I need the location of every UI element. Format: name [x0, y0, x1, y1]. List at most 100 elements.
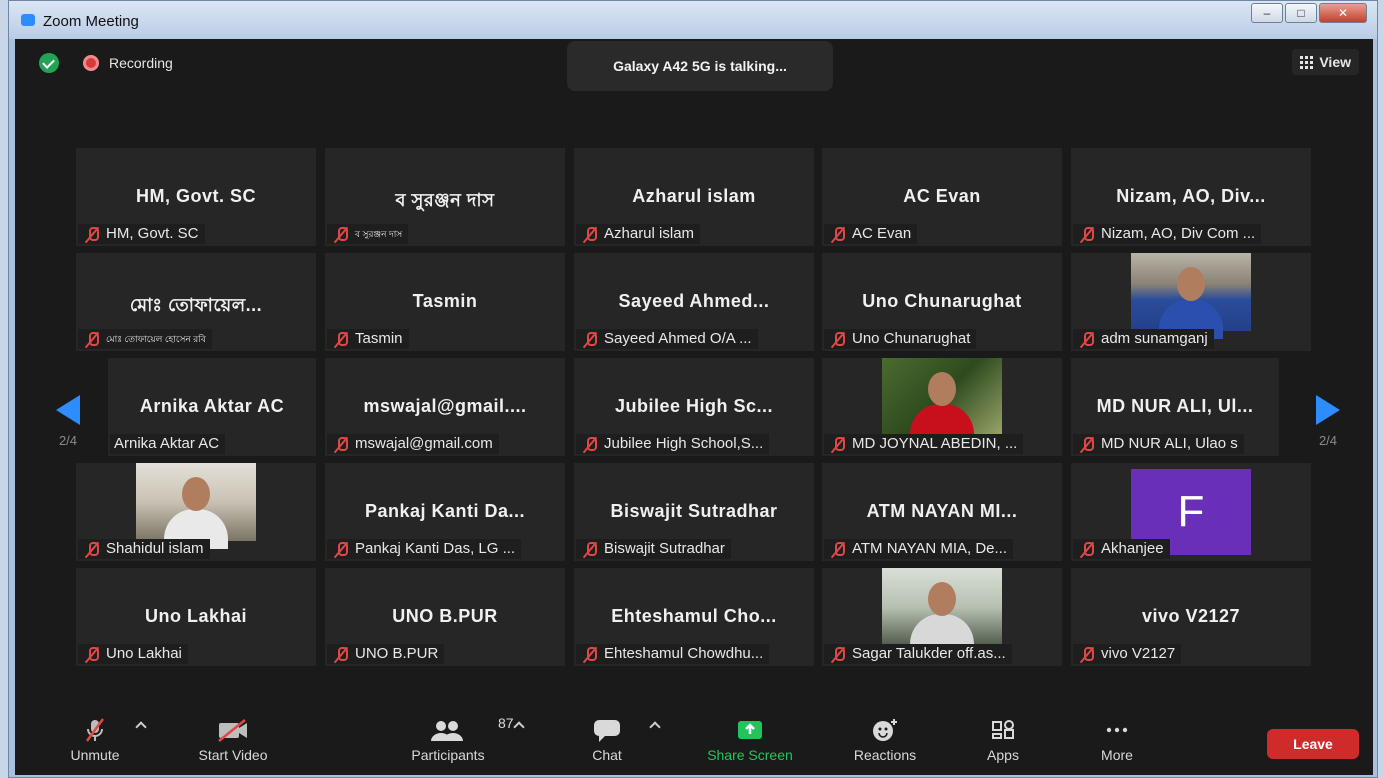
reactions-button[interactable]: Reactions	[837, 717, 933, 763]
participant-name-label: Sayeed Ahmed O/A ...	[576, 329, 758, 349]
participant-display-name: Pankaj Kanti Da...	[364, 501, 526, 521]
participant-tile[interactable]: Uno Chunarughat Uno Chunarughat	[822, 253, 1062, 351]
participant-tile[interactable]: Uno Lakhai Uno Lakhai	[76, 568, 316, 666]
mic-muted-icon	[82, 331, 102, 347]
participants-options-chevron-icon[interactable]	[513, 721, 525, 733]
security-shield-icon[interactable]	[39, 53, 59, 73]
participant-name-label: HM, Govt. SC	[78, 224, 205, 244]
view-label: View	[1319, 54, 1351, 70]
next-page-button[interactable]: 2/4	[1313, 395, 1343, 448]
participant-tile[interactable]: Pankaj Kanti Da... Pankaj Kanti Das, LG .…	[325, 463, 565, 561]
mic-muted-icon	[828, 331, 848, 347]
mic-muted-icon	[82, 646, 102, 662]
participant-display-name: HM, Govt. SC	[135, 186, 256, 206]
participant-display-name: Uno Chunarughat	[862, 291, 1022, 311]
participant-tile[interactable]: MD JOYNAL ABEDIN, ...	[822, 358, 1062, 456]
participant-name-label: ATM NAYAN MIA, De...	[824, 539, 1014, 559]
participant-name-text: ATM NAYAN MIA, De...	[852, 540, 1008, 557]
mic-muted-icon	[331, 436, 351, 452]
minimize-button[interactable]: –	[1251, 3, 1283, 23]
participant-display-name: Jubilee High Sc...	[614, 396, 774, 416]
participant-tile[interactable]: Jubilee High Sc... Jubilee High School,S.…	[574, 358, 814, 456]
recording-indicator[interactable]: Recording	[83, 55, 173, 71]
video-off-icon	[215, 717, 251, 743]
participant-name-label: MD NUR ALI, Ulao s	[1073, 434, 1244, 454]
more-label: More	[1101, 747, 1133, 763]
participant-tile[interactable]: AC Evan AC Evan	[822, 148, 1062, 246]
chat-options-chevron-icon[interactable]	[649, 721, 661, 733]
mic-muted-icon	[331, 226, 351, 242]
window-controls: – □ ✕	[1251, 3, 1367, 23]
participant-tile[interactable]: ব সুরঞ্জন দাস ব সুরঞ্জন দাস	[325, 148, 565, 246]
maximize-button[interactable]: □	[1285, 3, 1317, 23]
participant-tile[interactable]: ATM NAYAN MI... ATM NAYAN MIA, De...	[822, 463, 1062, 561]
participant-tile[interactable]: Sagar Talukder off.as...	[822, 568, 1062, 666]
mic-muted-icon	[1077, 331, 1097, 347]
participant-name-label: Uno Chunarughat	[824, 329, 977, 349]
participant-name-label: UNO B.PUR	[327, 644, 445, 664]
participant-tile[interactable]: মোঃ তোফায়েল... মোঃ তোফায়েল হোসেন রবি	[76, 253, 316, 351]
participant-display-name: ব সুরঞ্জন দাস	[395, 190, 495, 210]
previous-page-button[interactable]: 2/4	[53, 395, 83, 448]
apps-icon	[988, 717, 1018, 743]
mic-muted-icon	[580, 331, 600, 347]
participant-tile[interactable]: Azharul islam Azharul islam	[574, 148, 814, 246]
close-button[interactable]: ✕	[1319, 3, 1367, 23]
recording-dot-icon	[83, 55, 99, 71]
participant-name-text: MD JOYNAL ABEDIN, ...	[852, 435, 1018, 452]
apps-button[interactable]: Apps	[973, 717, 1033, 763]
participant-name-text: Uno Lakhai	[106, 645, 182, 662]
zoom-app-icon	[21, 14, 35, 26]
chat-button[interactable]: Chat	[577, 717, 637, 763]
participant-name-label: mswajal@gmail.com	[327, 434, 499, 454]
meeting-status: Recording	[39, 53, 173, 73]
start-video-button[interactable]: Start Video	[183, 717, 283, 763]
mic-muted-icon	[331, 331, 351, 347]
participant-name-label: Pankaj Kanti Das, LG ...	[327, 539, 522, 559]
mic-muted-icon	[580, 436, 600, 452]
participant-tile[interactable]: MD NUR ALI, Ul... MD NUR ALI, Ulao s	[1071, 358, 1279, 456]
participants-button[interactable]: 87 Participants	[393, 715, 513, 763]
reactions-label: Reactions	[853, 747, 917, 763]
participant-display-name: Arnika Aktar AC	[139, 396, 285, 416]
mic-muted-icon	[82, 226, 102, 242]
share-screen-button[interactable]: Share Screen	[695, 717, 805, 763]
recording-label: Recording	[109, 55, 173, 71]
participant-name-text: ব সুরঞ্জন দাস	[355, 229, 403, 239]
participant-tile[interactable]: Sayeed Ahmed... Sayeed Ahmed O/A ...	[574, 253, 814, 351]
participant-tile[interactable]: Biswajit Sutradhar Biswajit Sutradhar	[574, 463, 814, 561]
leave-button[interactable]: Leave	[1267, 729, 1359, 759]
participant-name-text: Azharul islam	[604, 225, 695, 242]
participants-count: 87	[498, 715, 514, 731]
grid-view-icon	[1300, 56, 1314, 69]
participant-tile[interactable]: Shahidul islam	[76, 463, 316, 561]
participant-tile[interactable]: Tasmin Tasmin	[325, 253, 565, 351]
participant-tile[interactable]: adm sunamganj	[1071, 253, 1311, 351]
participant-tile[interactable]: Arnika Aktar AC Arnika Aktar AC	[108, 358, 316, 456]
participant-tile[interactable]: UNO B.PUR UNO B.PUR	[325, 568, 565, 666]
participant-tile[interactable]: Ehteshamul Cho... Ehteshamul Chowdhu...	[574, 568, 814, 666]
page-indicator-left: 2/4	[58, 433, 78, 448]
active-speaker-banner: Galaxy A42 5G is talking...	[567, 41, 833, 91]
participant-tile[interactable]: HM, Govt. SC HM, Govt. SC	[76, 148, 316, 246]
participant-tile[interactable]: mswajal@gmail.... mswajal@gmail.com	[325, 358, 565, 456]
page-indicator-right: 2/4	[1318, 433, 1338, 448]
mic-muted-icon	[1077, 646, 1097, 662]
title-bar[interactable]: Zoom Meeting – □ ✕	[9, 1, 1377, 39]
more-button[interactable]: More	[1087, 717, 1147, 763]
participant-name-text: mswajal@gmail.com	[355, 435, 493, 452]
participant-name-label: Shahidul islam	[78, 539, 210, 559]
mic-muted-icon	[580, 646, 600, 662]
participant-display-name: Tasmin	[412, 291, 478, 311]
arrow-right-icon	[1316, 395, 1340, 425]
mic-muted-icon	[331, 646, 351, 662]
view-button[interactable]: View	[1292, 49, 1359, 75]
audio-options-chevron-icon[interactable]	[135, 721, 147, 733]
participant-tile[interactable]: vivo V2127 vivo V2127	[1071, 568, 1311, 666]
participant-display-name: UNO B.PUR	[392, 606, 498, 626]
participant-name-label: Nizam, AO, Div Com ...	[1073, 224, 1262, 244]
participant-tile[interactable]: F Akhanjee	[1071, 463, 1311, 561]
unmute-button[interactable]: Unmute	[55, 717, 135, 763]
participant-tile[interactable]: Nizam, AO, Div... Nizam, AO, Div Com ...	[1071, 148, 1311, 246]
participant-name-label: Azharul islam	[576, 224, 701, 244]
